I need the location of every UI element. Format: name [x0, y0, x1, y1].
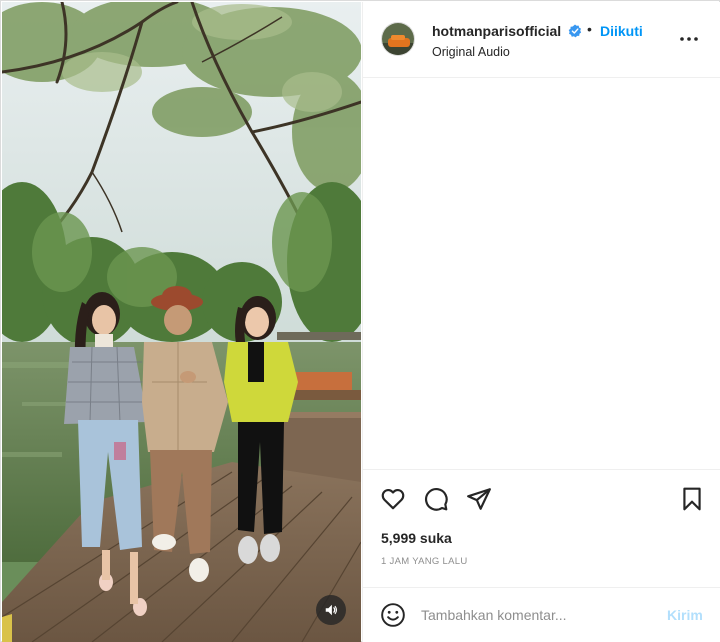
audio-link[interactable]: Original Audio: [432, 45, 510, 59]
action-bar: [363, 469, 720, 519]
send-icon[interactable]: [466, 486, 492, 512]
emoji-icon[interactable]: [380, 602, 406, 628]
post-comment-button[interactable]: Kirim: [667, 607, 703, 623]
following-button[interactable]: Diikuti: [600, 23, 643, 39]
post-frame: hotmanparisofficial • Diikuti Original A…: [0, 0, 720, 642]
video-frame-illustration: [2, 2, 361, 642]
post-video[interactable]: [2, 2, 361, 642]
separator-dot: •: [587, 21, 592, 37]
heart-icon[interactable]: [380, 486, 406, 512]
avatar-image: [382, 23, 414, 55]
post-header: hotmanparisofficial • Diikuti Original A…: [363, 2, 720, 78]
verified-badge-icon: [568, 24, 582, 38]
avatar[interactable]: [381, 22, 415, 56]
username-link[interactable]: hotmanparisofficial: [432, 23, 561, 39]
mute-toggle-button[interactable]: [316, 595, 346, 625]
speaker-icon: [325, 604, 338, 616]
comments-area: [363, 79, 720, 469]
likes-count[interactable]: 5,999 suka: [381, 530, 452, 546]
bookmark-icon[interactable]: [679, 486, 705, 512]
post-timestamp[interactable]: 1 JAM YANG LALU: [381, 556, 468, 567]
more-options-icon[interactable]: [679, 32, 699, 46]
comment-icon[interactable]: [423, 486, 449, 512]
comment-form: Kirim: [363, 587, 720, 642]
post-details-panel: hotmanparisofficial • Diikuti Original A…: [362, 2, 720, 642]
comment-input[interactable]: [421, 604, 651, 626]
